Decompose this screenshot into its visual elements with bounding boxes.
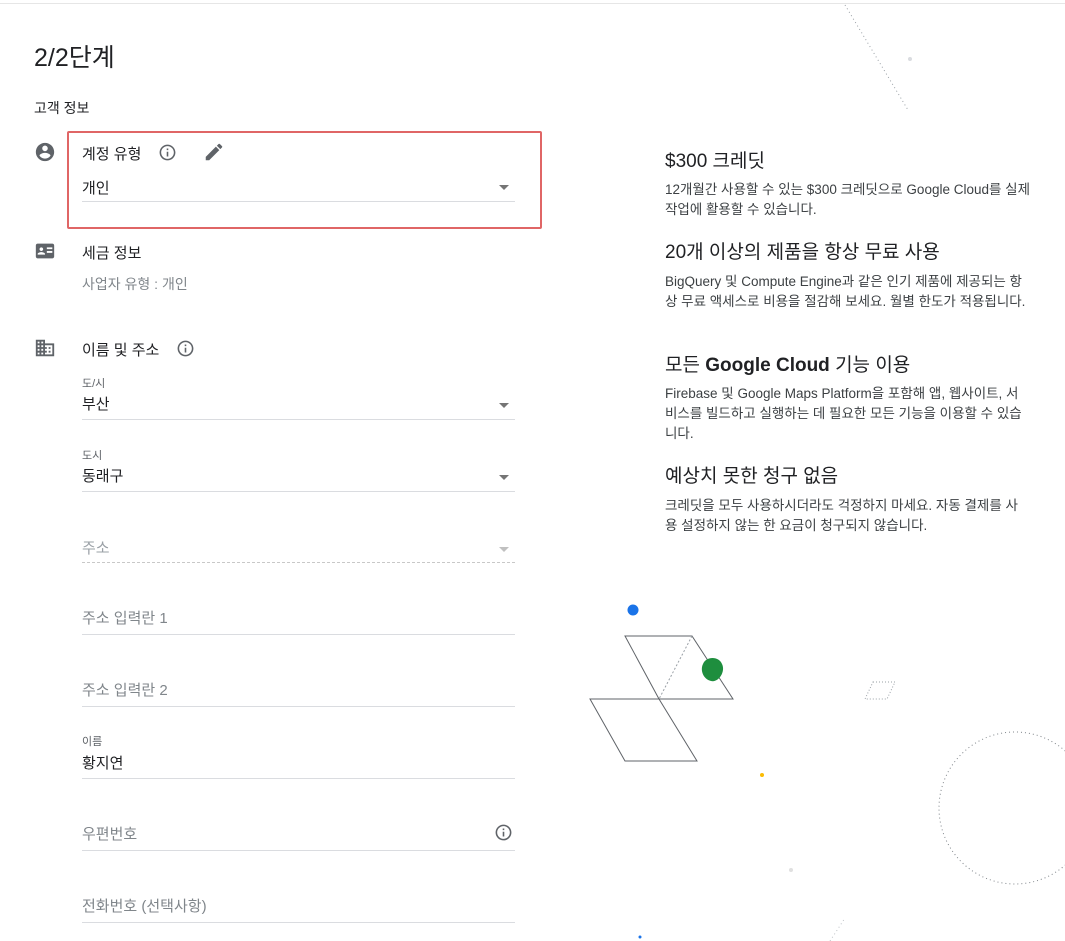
decorative-illustration: [589, 4, 1065, 941]
blue-dot: [627, 604, 639, 616]
green-dot: [701, 658, 724, 682]
yellow-dot: [760, 773, 764, 777]
